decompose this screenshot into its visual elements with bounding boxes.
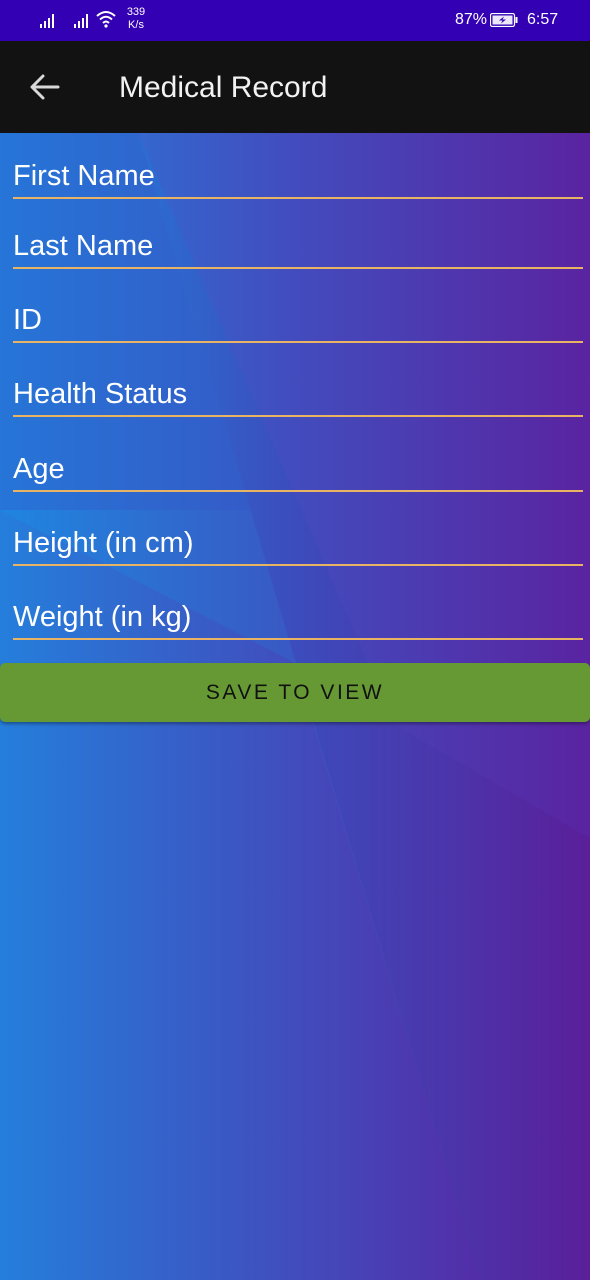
weight-placeholder: Weight (in kg) (13, 601, 192, 633)
battery-percent: 87% (455, 11, 488, 28)
network-speed: 339 K/s (124, 6, 148, 32)
id-placeholder: ID (13, 304, 42, 336)
signal-icon (74, 12, 88, 28)
network-speed-unit: K/s (128, 19, 144, 31)
screen: 339 K/s 87% 6:57 Medical Record First Na… (0, 0, 590, 1280)
weight-field[interactable]: Weight (in kg) (13, 586, 583, 640)
save-to-view-button[interactable]: SAVE TO VIEW (0, 663, 590, 722)
height-placeholder: Height (in cm) (13, 527, 194, 559)
health-status-field[interactable]: Health Status (13, 363, 583, 417)
network-speed-value: 339 (126, 6, 146, 18)
first-name-placeholder: First Name (13, 160, 155, 192)
age-field[interactable]: Age (13, 438, 583, 492)
app-bar: Medical Record (0, 41, 590, 133)
arrow-back-icon (30, 74, 60, 100)
height-field[interactable]: Height (in cm) (13, 512, 583, 566)
status-bar: 339 K/s 87% 6:57 (0, 0, 590, 41)
form-container: First Name Last Name ID Health Status Ag… (0, 133, 590, 1280)
last-name-field[interactable]: Last Name (13, 215, 583, 269)
id-field[interactable]: ID (13, 289, 583, 343)
page-title: Medical Record (119, 71, 328, 104)
last-name-placeholder: Last Name (13, 230, 154, 262)
clock: 6:57 (527, 11, 559, 28)
signal-icon (40, 12, 54, 28)
first-name-field[interactable]: First Name (13, 145, 583, 199)
wifi-icon (96, 11, 116, 28)
health-status-placeholder: Health Status (13, 378, 188, 410)
back-button[interactable] (24, 67, 68, 107)
battery-icon (490, 13, 518, 27)
age-placeholder: Age (13, 453, 65, 485)
